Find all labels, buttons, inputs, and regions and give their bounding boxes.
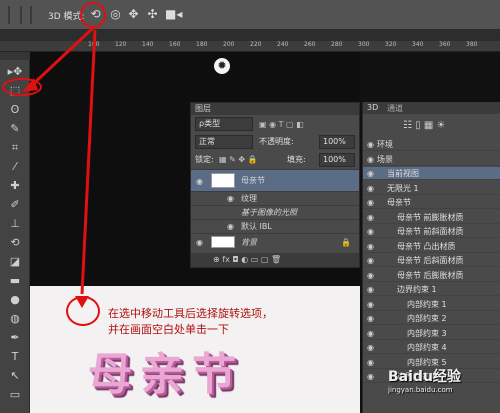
watermark: Baidu经验 jingyan.baidu.com [388,366,496,406]
annotation-arrows [22,26,97,308]
watermark-url: jingyan.baidu.com [388,386,453,394]
watermark-title: Baidu经验 [388,369,461,385]
